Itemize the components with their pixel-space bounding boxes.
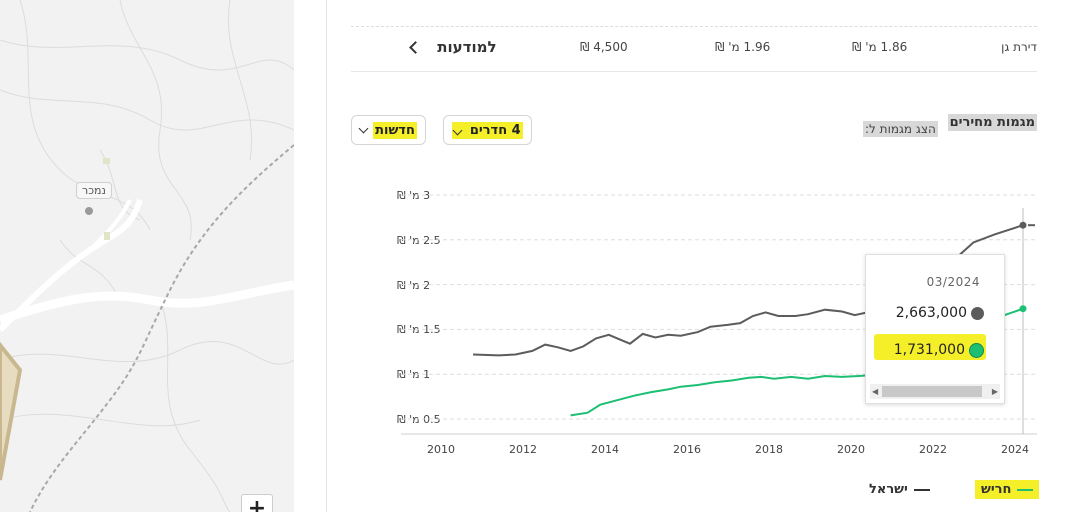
tooltip-date: 03/2024 bbox=[926, 275, 980, 289]
tooltip-israel-value: 2,663,000 bbox=[895, 305, 967, 321]
map-place-label[interactable]: נמכר bbox=[76, 182, 112, 199]
scroll-right-icon[interactable]: ▶ bbox=[992, 387, 998, 396]
map-view[interactable]: נמכר + bbox=[0, 0, 294, 512]
legend-harish-line bbox=[1017, 488, 1034, 491]
harish-dot-icon bbox=[969, 342, 984, 358]
chart-tooltip: 03/2024 2,663,000 1,731,000 ◀ ▶ bbox=[865, 254, 1005, 404]
legend-israel[interactable]: ישראל bbox=[869, 482, 930, 497]
harish-series-point bbox=[1019, 305, 1027, 313]
zoom-in-button[interactable]: + bbox=[241, 494, 273, 512]
tooltip-harish-value: 1,731,000 bbox=[893, 342, 965, 358]
scrollbar-thumb[interactable] bbox=[882, 386, 982, 397]
scroll-left-icon[interactable]: ◀ bbox=[872, 387, 878, 396]
map-roads bbox=[0, 0, 294, 512]
israel-dot-icon bbox=[971, 306, 984, 320]
tooltip-scrollbar[interactable]: ◀ ▶ bbox=[870, 384, 1000, 399]
israel-series-point bbox=[1019, 221, 1027, 229]
legend-israel-label: ישראל bbox=[869, 482, 908, 497]
map-marker-icon[interactable] bbox=[85, 207, 93, 215]
tooltip-harish-row: 1,731,000 bbox=[894, 342, 984, 358]
legend-harish[interactable]: חריש bbox=[975, 480, 1040, 499]
legend-israel-line bbox=[913, 488, 930, 491]
price-panel: דירת גן 1.86 מ' ₪ 1.96 מ' ₪ 4,500 ₪ למוד… bbox=[326, 0, 1068, 512]
tooltip-israel-row: 2,663,000 bbox=[896, 305, 984, 321]
legend-harish-label: חריש bbox=[981, 482, 1012, 497]
